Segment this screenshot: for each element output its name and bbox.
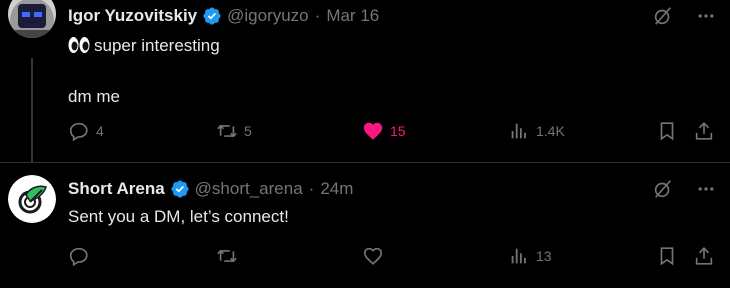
tweet-top-icons — [652, 178, 716, 205]
views-count: 13 — [536, 248, 552, 264]
author-handle[interactable]: @igoryuzo — [227, 6, 309, 26]
share-icon — [695, 247, 713, 265]
separator: · — [314, 6, 321, 25]
tweet-top-icons — [652, 5, 716, 32]
tweet-body: super interesting dm me — [68, 34, 220, 109]
author-name[interactable]: Igor Yuzovitskiy — [68, 6, 197, 26]
like-button[interactable]: 15 — [362, 120, 406, 142]
heart-filled-icon — [363, 122, 383, 140]
reply-icon — [69, 122, 88, 142]
views-icon — [511, 123, 526, 139]
bookmark-icon — [660, 247, 674, 266]
share-button[interactable] — [693, 245, 715, 267]
tweet-header: Igor Yuzovitskiy @igoryuzo · Mar 16 — [68, 5, 379, 27]
timestamp[interactable]: 24m — [320, 179, 353, 199]
verified-badge-icon — [202, 6, 222, 26]
retweet-icon — [217, 249, 237, 263]
heart-icon — [363, 247, 383, 265]
reply-button[interactable]: 4 — [68, 120, 104, 142]
verified-badge-icon — [170, 179, 190, 199]
grok-icon[interactable] — [652, 178, 674, 205]
reply-icon — [69, 247, 88, 267]
tweet-header: Short Arena @short_arena · 24m — [68, 178, 353, 200]
tweet-actions: 13 — [68, 245, 716, 269]
retweet-icon — [217, 124, 237, 138]
author-name[interactable]: Short Arena — [68, 179, 165, 199]
body-text-1: super interesting — [94, 36, 220, 55]
reply-button[interactable] — [68, 245, 90, 267]
tweet-actions: 4 5 15 1.4K — [68, 120, 716, 144]
bookmark-button[interactable] — [656, 120, 678, 142]
views-count: 1.4K — [536, 123, 565, 139]
tweet-body: Sent you a DM, let’s connect! — [68, 205, 289, 229]
avatar-short-arena[interactable] — [8, 175, 56, 223]
grok-icon[interactable] — [652, 5, 674, 32]
tweet-short-arena[interactable]: Short Arena @short_arena · 24m Sent you … — [0, 162, 730, 288]
retweet-button[interactable]: 5 — [216, 120, 252, 142]
more-icon[interactable] — [696, 6, 716, 31]
eyes-emoji — [68, 36, 90, 61]
views-button[interactable]: 13 — [508, 245, 552, 267]
retweet-count: 5 — [244, 123, 252, 139]
body-line-2: dm me — [68, 87, 120, 106]
separator: · — [308, 179, 315, 198]
timestamp[interactable]: Mar 16 — [326, 6, 379, 26]
share-icon — [695, 122, 713, 140]
thread-line — [31, 58, 33, 162]
share-button[interactable] — [693, 120, 715, 142]
views-icon — [511, 248, 526, 264]
like-button[interactable] — [362, 245, 384, 267]
tweet-igor[interactable]: Igor Yuzovitskiy @igoryuzo · Mar 16 supe… — [0, 0, 730, 162]
body-line-1: super interesting — [68, 34, 220, 61]
retweet-button[interactable] — [216, 245, 238, 267]
reply-count: 4 — [96, 123, 104, 139]
body-line-1: Sent you a DM, let’s connect! — [68, 207, 289, 226]
bookmark-icon — [660, 122, 674, 141]
avatar-igor[interactable] — [8, 0, 56, 38]
bookmark-button[interactable] — [656, 245, 678, 267]
like-count: 15 — [390, 123, 406, 139]
views-button[interactable]: 1.4K — [508, 120, 565, 142]
more-icon[interactable] — [696, 179, 716, 204]
author-handle[interactable]: @short_arena — [195, 179, 303, 199]
